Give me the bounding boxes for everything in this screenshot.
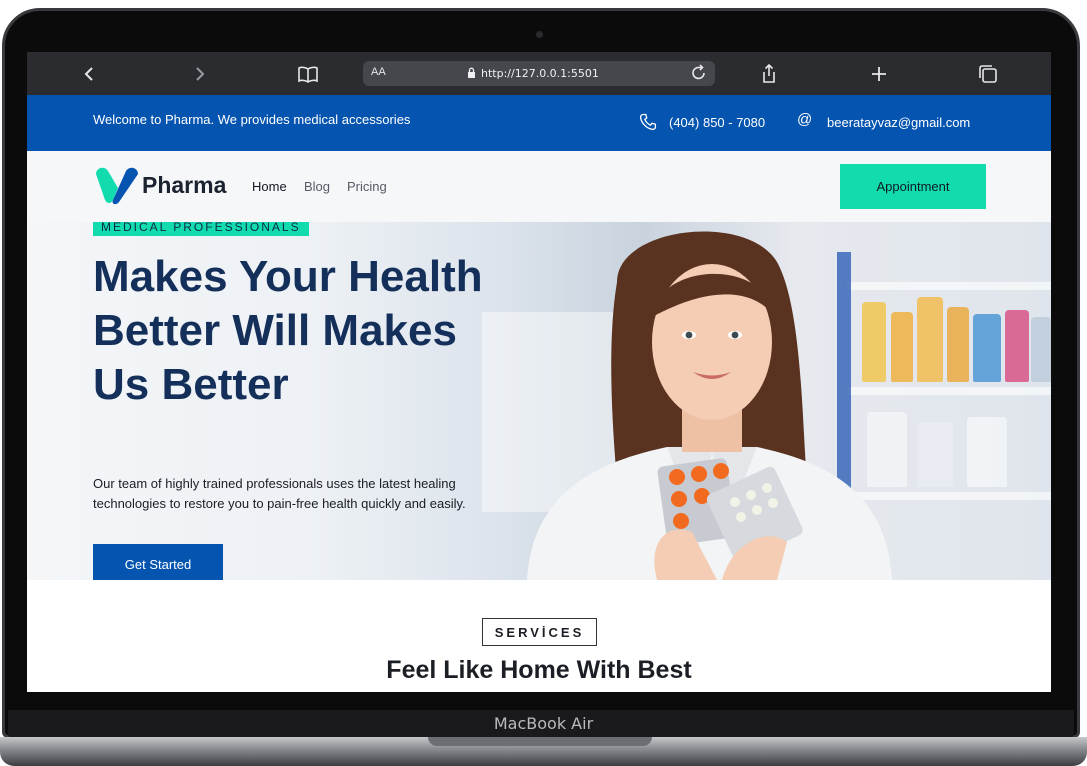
product-bottle: [917, 422, 953, 487]
phone-icon: [639, 113, 657, 136]
pharmacist-image: [527, 231, 892, 580]
hero-section: MEDICAL PROFESSIONALS Makes Your Health …: [27, 222, 1051, 580]
phone-number[interactable]: (404) 850 - 7080: [669, 115, 765, 130]
camera-dot: [536, 31, 543, 38]
product-bottle: [1031, 317, 1051, 382]
top-info-bar: Welcome to Pharma. We provides medical a…: [27, 95, 1051, 151]
brand-name[interactable]: Pharma: [142, 172, 226, 199]
browser-toolbar: AA http://127.0.0.1:5501: [27, 52, 1051, 95]
hero-badge: MEDICAL PROFESSIONALS: [93, 222, 309, 236]
hero-description: Our team of highly trained professionals…: [93, 476, 466, 511]
back-icon[interactable]: [77, 61, 103, 87]
laptop-frame: AA http://127.0.0.1:5501 Welcome to Phar…: [0, 0, 1087, 766]
nav-home[interactable]: Home: [252, 179, 287, 194]
product-bottle: [1005, 310, 1029, 382]
appointment-button[interactable]: Appointment: [840, 164, 986, 209]
url-text: http://127.0.0.1:5501: [481, 67, 599, 80]
services-title: Feel Like Home With Best: [386, 656, 692, 684]
product-bottle: [967, 417, 1007, 487]
nav-blog[interactable]: Blog: [304, 179, 330, 194]
services-label: SERVİCES: [482, 618, 597, 646]
device-label: MacBook Air: [493, 714, 594, 733]
product-bottle: [917, 297, 943, 382]
text-size-button[interactable]: AA: [371, 66, 386, 78]
new-tab-icon[interactable]: [866, 61, 892, 87]
welcome-text: Welcome to Pharma. We provides medical a…: [93, 112, 411, 127]
email-address[interactable]: beeratayvaz@gmail.com: [827, 115, 970, 130]
share-icon[interactable]: [756, 61, 782, 87]
bookmarks-icon[interactable]: [295, 61, 321, 87]
product-bottle: [947, 307, 969, 382]
get-started-button[interactable]: Get Started: [93, 544, 223, 580]
lock-icon: [467, 67, 476, 81]
product-bottle: [973, 314, 1001, 382]
pharma-logo-icon[interactable]: [94, 166, 140, 211]
forward-icon[interactable]: [186, 61, 212, 87]
main-nav: Pharma Home Blog Pricing Appointment: [27, 151, 1051, 222]
browser-screen: AA http://127.0.0.1:5501 Welcome to Phar…: [27, 52, 1051, 692]
tabs-icon[interactable]: [975, 61, 1001, 87]
reload-icon[interactable]: [691, 64, 707, 87]
laptop-notch: [428, 737, 652, 746]
address-bar[interactable]: AA http://127.0.0.1:5501: [363, 61, 715, 86]
nav-pricing[interactable]: Pricing: [347, 179, 387, 194]
at-icon: @: [797, 111, 813, 128]
hero-title: Makes Your Health Better Will Makes Us B…: [93, 252, 483, 409]
